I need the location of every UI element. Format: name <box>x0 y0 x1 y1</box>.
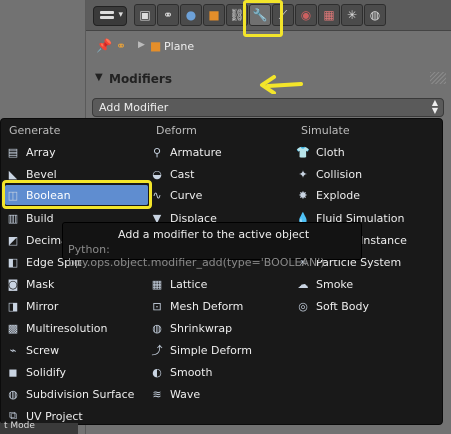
mode-label: t Mode <box>4 421 35 431</box>
boolean-highlight <box>2 180 152 209</box>
texture-icon[interactable]: ▦ <box>318 4 340 26</box>
panel-drag-handle[interactable] <box>430 72 446 84</box>
menu-item-smooth[interactable]: ◐ Smooth <box>149 362 212 382</box>
world-icon[interactable]: ● <box>180 4 202 26</box>
menu-item-screw[interactable]: ⌁ Screw <box>5 340 59 360</box>
object-name: Plane <box>164 40 195 53</box>
tooltip-python: Python: bpy.ops.object.modifier_add(type… <box>68 243 325 269</box>
column-header-simulate: Simulate <box>301 124 350 137</box>
subdivision-surface-icon: ◍ <box>8 387 18 401</box>
material-icon[interactable]: ◉ <box>295 4 317 26</box>
collision-icon: ✦ <box>298 167 308 181</box>
physics-icon[interactable]: ◍ <box>364 4 386 26</box>
soft-body-icon: ◎ <box>298 299 308 313</box>
decimate-icon: ◩ <box>7 233 19 247</box>
particles-icon[interactable]: ✳ <box>341 4 363 26</box>
mesh-deform-icon: ⊡ <box>152 299 162 313</box>
menu-item-cloth[interactable]: 👕 Cloth <box>295 142 345 162</box>
properties-header: ▾ ▣ ⚭ ● ■ ⛓ 🔧 ⟋ ◉ ▦ ✳ ◍ <box>86 0 451 37</box>
scene-context-icon: ⚭ <box>116 39 127 53</box>
wave-icon: ≋ <box>152 387 162 401</box>
mirror-icon: ◨ <box>7 299 19 313</box>
menu-item-subdivision-surface[interactable]: ◍ Subdivision Surface <box>5 384 134 404</box>
menu-item-mask[interactable]: ◙ Mask <box>5 274 55 294</box>
annotation-arrow <box>260 75 303 94</box>
menu-item-lattice[interactable]: ▦ Lattice <box>149 274 208 294</box>
menu-item-mirror[interactable]: ◨ Mirror <box>5 296 59 316</box>
simple-deform-icon: ⤴ <box>151 344 163 357</box>
menu-item-soft-body[interactable]: ◎ Soft Body <box>295 296 369 316</box>
pin-icon[interactable]: 📌 <box>96 39 112 54</box>
tooltip: Add a modifier to the active object Pyth… <box>62 222 362 269</box>
smoke-icon: ☁ <box>297 277 309 291</box>
updown-chevron-icon: ▲ ▼ <box>431 98 438 115</box>
explode-icon: ✸ <box>298 188 308 202</box>
menu-item-cast[interactable]: ◒ Cast <box>149 164 194 184</box>
collapse-triangle-icon[interactable]: ▼ <box>95 72 103 83</box>
screw-icon: ⌁ <box>9 343 17 357</box>
menu-item-wave[interactable]: ≋ Wave <box>149 384 200 404</box>
context-breadcrumb: 📌 ⚭ ▶ ■ Plane <box>86 34 451 60</box>
menu-item-multiresolution[interactable]: ▩ Multiresolution <box>5 318 108 338</box>
menu-item-simple-deform[interactable]: ⤴ Simple Deform <box>149 340 252 360</box>
menu-item-explode[interactable]: ✸ Explode <box>295 185 360 205</box>
multiresolution-icon: ▩ <box>7 321 19 335</box>
breadcrumb-arrow-icon: ▶ <box>138 40 145 50</box>
tooltip-description: Add a modifier to the active object <box>118 228 310 241</box>
armature-icon: ⚲ <box>152 145 162 159</box>
menu-item-smoke[interactable]: ☁ Smoke <box>295 274 354 294</box>
mask-icon: ◙ <box>7 277 19 291</box>
editor-icon-bar <box>100 11 114 14</box>
modifiers-tab-highlight <box>243 0 283 37</box>
modifiers-panel-title: Modifiers <box>109 72 172 86</box>
shrinkwrap-icon: ◍ <box>152 321 162 335</box>
render-icon[interactable]: ▣ <box>134 4 156 26</box>
chevron-down-icon: ▾ <box>118 10 123 20</box>
mode-selector[interactable]: t Mode <box>0 421 78 434</box>
editor-type-selector[interactable]: ▾ <box>93 6 127 26</box>
menu-item-solidify[interactable]: ◼ Solidify <box>5 362 66 382</box>
menu-item-curve[interactable]: ∿ Curve <box>149 185 202 205</box>
menu-item-array[interactable]: ▤ Array <box>5 142 56 162</box>
build-icon: ▥ <box>7 211 19 225</box>
object-icon[interactable]: ■ <box>203 4 225 26</box>
menu-item-collision[interactable]: ✦ Collision <box>295 164 362 184</box>
object-icon: ■ <box>150 39 162 53</box>
scene-icon[interactable]: ⚭ <box>157 4 179 26</box>
lattice-icon: ▦ <box>151 277 163 291</box>
solidify-icon: ◼ <box>8 365 18 379</box>
cast-icon: ◒ <box>152 167 162 181</box>
cloth-icon: 👕 <box>296 145 310 159</box>
menu-item-build[interactable]: ▥ Build <box>5 208 54 228</box>
column-header-deform: Deform <box>156 124 197 137</box>
add-modifier-menu: Generate Deform Simulate ▤ Array ◣ Bevel ◫… <box>0 118 443 425</box>
column-header-generate: Generate <box>9 124 61 137</box>
edge-split-icon: ◧ <box>7 255 19 269</box>
array-icon: ▤ <box>7 145 19 159</box>
add-modifier-dropdown[interactable]: Add Modifier ▲ ▼ <box>92 98 444 117</box>
menu-item-mesh-deform[interactable]: ⊡ Mesh Deform <box>149 296 243 316</box>
smooth-icon: ◐ <box>152 365 162 379</box>
menu-item-shrinkwrap[interactable]: ◍ Shrinkwrap <box>149 318 232 338</box>
add-modifier-label: Add Modifier <box>99 101 169 114</box>
menu-item-armature[interactable]: ⚲ Armature <box>149 142 222 162</box>
editor-icon-bar <box>100 16 114 19</box>
